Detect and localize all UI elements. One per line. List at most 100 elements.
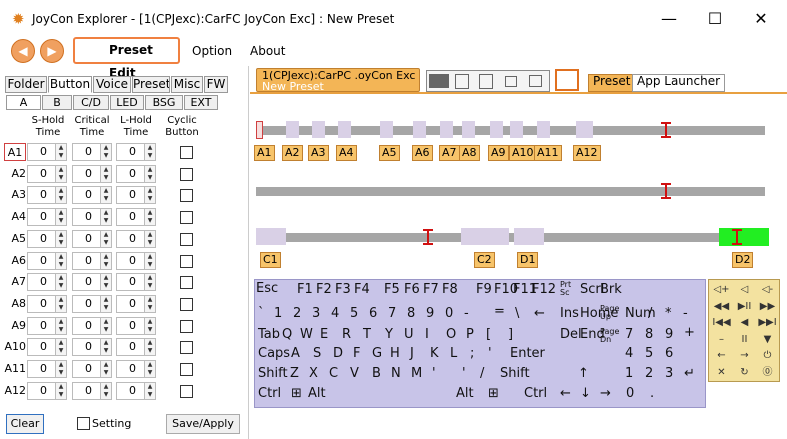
d2-segment[interactable] — [719, 228, 769, 246]
l-time-spinner[interactable]: 0 ▲ ▼ — [116, 251, 156, 270]
l-time-spinner[interactable]: 0 ▲ ▼ — [116, 208, 156, 227]
key[interactable]: 4 — [625, 347, 633, 361]
key[interactable]: Prt Sc — [560, 281, 578, 297]
c-time-spinner[interactable]: 0 ▲ ▼ — [72, 273, 112, 292]
key[interactable]: H — [390, 347, 400, 361]
spinner-arrows-icon[interactable]: ▲ ▼ — [55, 295, 66, 312]
key[interactable]: S — [313, 347, 321, 361]
spinner-arrows-icon[interactable]: ▲ ▼ — [100, 317, 111, 334]
cyclic-button-checkbox[interactable] — [180, 211, 193, 225]
s-time-spinner[interactable]: 0 ▲ ▼ — [27, 273, 67, 292]
key[interactable]: Brk — [600, 283, 622, 297]
spinner-arrows-icon[interactable]: ▲ ▼ — [100, 339, 111, 356]
minimize-button[interactable]: — — [654, 4, 684, 34]
a-label[interactable]: A6 — [412, 145, 433, 161]
spinner-arrows-icon[interactable]: ▲ ▼ — [55, 361, 66, 377]
a-label[interactable]: A11 — [534, 145, 562, 161]
c-time-spinner[interactable]: 0 ▲ ▼ — [72, 294, 112, 313]
key[interactable]: F5 — [384, 283, 400, 297]
spinner-arrows-icon[interactable]: ▲ ▼ — [144, 295, 155, 312]
key[interactable]: R — [342, 328, 351, 342]
a-label[interactable]: A7 — [439, 145, 460, 161]
spinner-arrows-icon[interactable]: ▲ ▼ — [144, 230, 155, 247]
s-time-spinner[interactable]: 0 ▲ ▼ — [27, 229, 67, 248]
l-time-spinner[interactable]: 0 ▲ ▼ — [116, 164, 156, 183]
cyclic-button-checkbox[interactable] — [180, 254, 193, 268]
s-time-spinner[interactable]: 0 ▲ ▼ — [27, 294, 67, 313]
key[interactable]: . — [650, 387, 654, 401]
s-time-spinner[interactable]: 0 ▲ ▼ — [27, 186, 67, 205]
key[interactable]: Ctrl — [524, 387, 547, 401]
a-segment[interactable] — [338, 121, 351, 138]
key[interactable]: F6 — [404, 283, 420, 297]
c-time-spinner[interactable]: 0 ▲ ▼ — [72, 360, 112, 378]
spinner-arrows-icon[interactable]: ▲ ▼ — [100, 165, 111, 182]
key[interactable]: Shift — [500, 367, 530, 381]
media-key[interactable]: ⏻ — [757, 349, 778, 363]
key[interactable]: ⊞ — [488, 387, 499, 401]
key[interactable]: Esc — [256, 282, 278, 296]
spinner-arrows-icon[interactable]: ▲ ▼ — [55, 187, 66, 204]
key[interactable]: C — [329, 367, 338, 381]
key[interactable]: Ins — [560, 307, 579, 321]
line-tool-icon[interactable] — [479, 74, 493, 89]
a-label[interactable]: A5 — [379, 145, 400, 161]
key[interactable]: 8 — [645, 328, 653, 342]
spinner-arrows-icon[interactable]: ▲ ▼ — [100, 144, 111, 160]
a-segment[interactable] — [576, 121, 593, 138]
spinner-arrows-icon[interactable]: ▲ ▼ — [55, 209, 66, 226]
key[interactable]: 0 — [445, 307, 453, 321]
media-key[interactable]: ◀◀ — [711, 300, 732, 314]
tab-misc[interactable]: Misc — [171, 76, 203, 93]
key[interactable]: - — [683, 307, 688, 321]
c-time-spinner[interactable]: 0 ▲ ▼ — [72, 143, 112, 161]
key[interactable]: ; — [470, 347, 474, 361]
cyclic-button-checkbox[interactable] — [180, 232, 193, 246]
spinner-arrows-icon[interactable]: ▲ ▼ — [144, 274, 155, 291]
key[interactable]: P — [466, 328, 474, 342]
key[interactable]: Page Dn — [600, 328, 619, 344]
spinner-arrows-icon[interactable]: ▲ ▼ — [100, 274, 111, 291]
l-time-spinner[interactable]: 0 ▲ ▼ — [116, 316, 156, 335]
spinner-arrows-icon[interactable]: ▲ ▼ — [144, 317, 155, 334]
key[interactable]: 3 — [665, 367, 673, 381]
c-time-spinner[interactable]: 0 ▲ ▼ — [72, 186, 112, 205]
l-time-spinner[interactable]: 0 ▲ ▼ — [116, 381, 156, 400]
a-label[interactable]: A12 — [573, 145, 601, 161]
subtab-bsg[interactable]: BSG — [145, 95, 183, 110]
a-segment[interactable] — [462, 121, 475, 138]
l-time-spinner[interactable]: 0 ▲ ▼ — [116, 229, 156, 248]
preset-edit-button[interactable]: Preset Edit — [73, 37, 180, 80]
media-key[interactable]: ⓪ — [757, 366, 778, 380]
media-key[interactable]: ▼ — [757, 333, 778, 347]
media-key[interactable]: II — [734, 333, 755, 347]
tab-fw[interactable]: FW — [204, 76, 228, 93]
key[interactable]: F4 — [354, 283, 370, 297]
key[interactable]: ← — [560, 387, 571, 401]
key[interactable]: ' — [462, 367, 466, 381]
tab-folder[interactable]: Folder — [5, 76, 47, 93]
c-time-spinner[interactable]: 0 ▲ ▼ — [72, 164, 112, 183]
media-key[interactable]: I◀◀ — [711, 316, 732, 330]
l-time-spinner[interactable]: 0 ▲ ▼ — [116, 186, 156, 205]
b-track-marker[interactable] — [661, 183, 671, 199]
subtab-a[interactable]: A — [6, 95, 41, 110]
media-key[interactable]: ◀ — [734, 316, 755, 330]
key[interactable]: 6 — [665, 347, 673, 361]
a-label[interactable]: A2 — [282, 145, 303, 161]
tab-preset-right[interactable]: Preset — [588, 74, 636, 92]
layout-toggle-icon[interactable] — [555, 69, 579, 91]
key[interactable]: U — [404, 328, 414, 342]
s-time-spinner[interactable]: 0 ▲ ▼ — [27, 381, 67, 400]
key[interactable]: + — [684, 326, 695, 340]
s-time-spinner[interactable]: 0 ▲ ▼ — [27, 360, 67, 378]
media-key[interactable]: ▶▶I — [757, 316, 778, 330]
key[interactable]: Alt — [308, 387, 326, 401]
tab-preset[interactable]: Preset — [132, 76, 170, 93]
key[interactable]: 1 — [274, 307, 282, 321]
key[interactable]: Del — [560, 328, 582, 342]
key[interactable]: Caps — [258, 347, 290, 361]
s-time-spinner[interactable]: 0 ▲ ▼ — [27, 338, 67, 357]
cyclic-button-checkbox[interactable] — [180, 167, 193, 181]
cyclic-button-checkbox[interactable] — [180, 276, 193, 290]
